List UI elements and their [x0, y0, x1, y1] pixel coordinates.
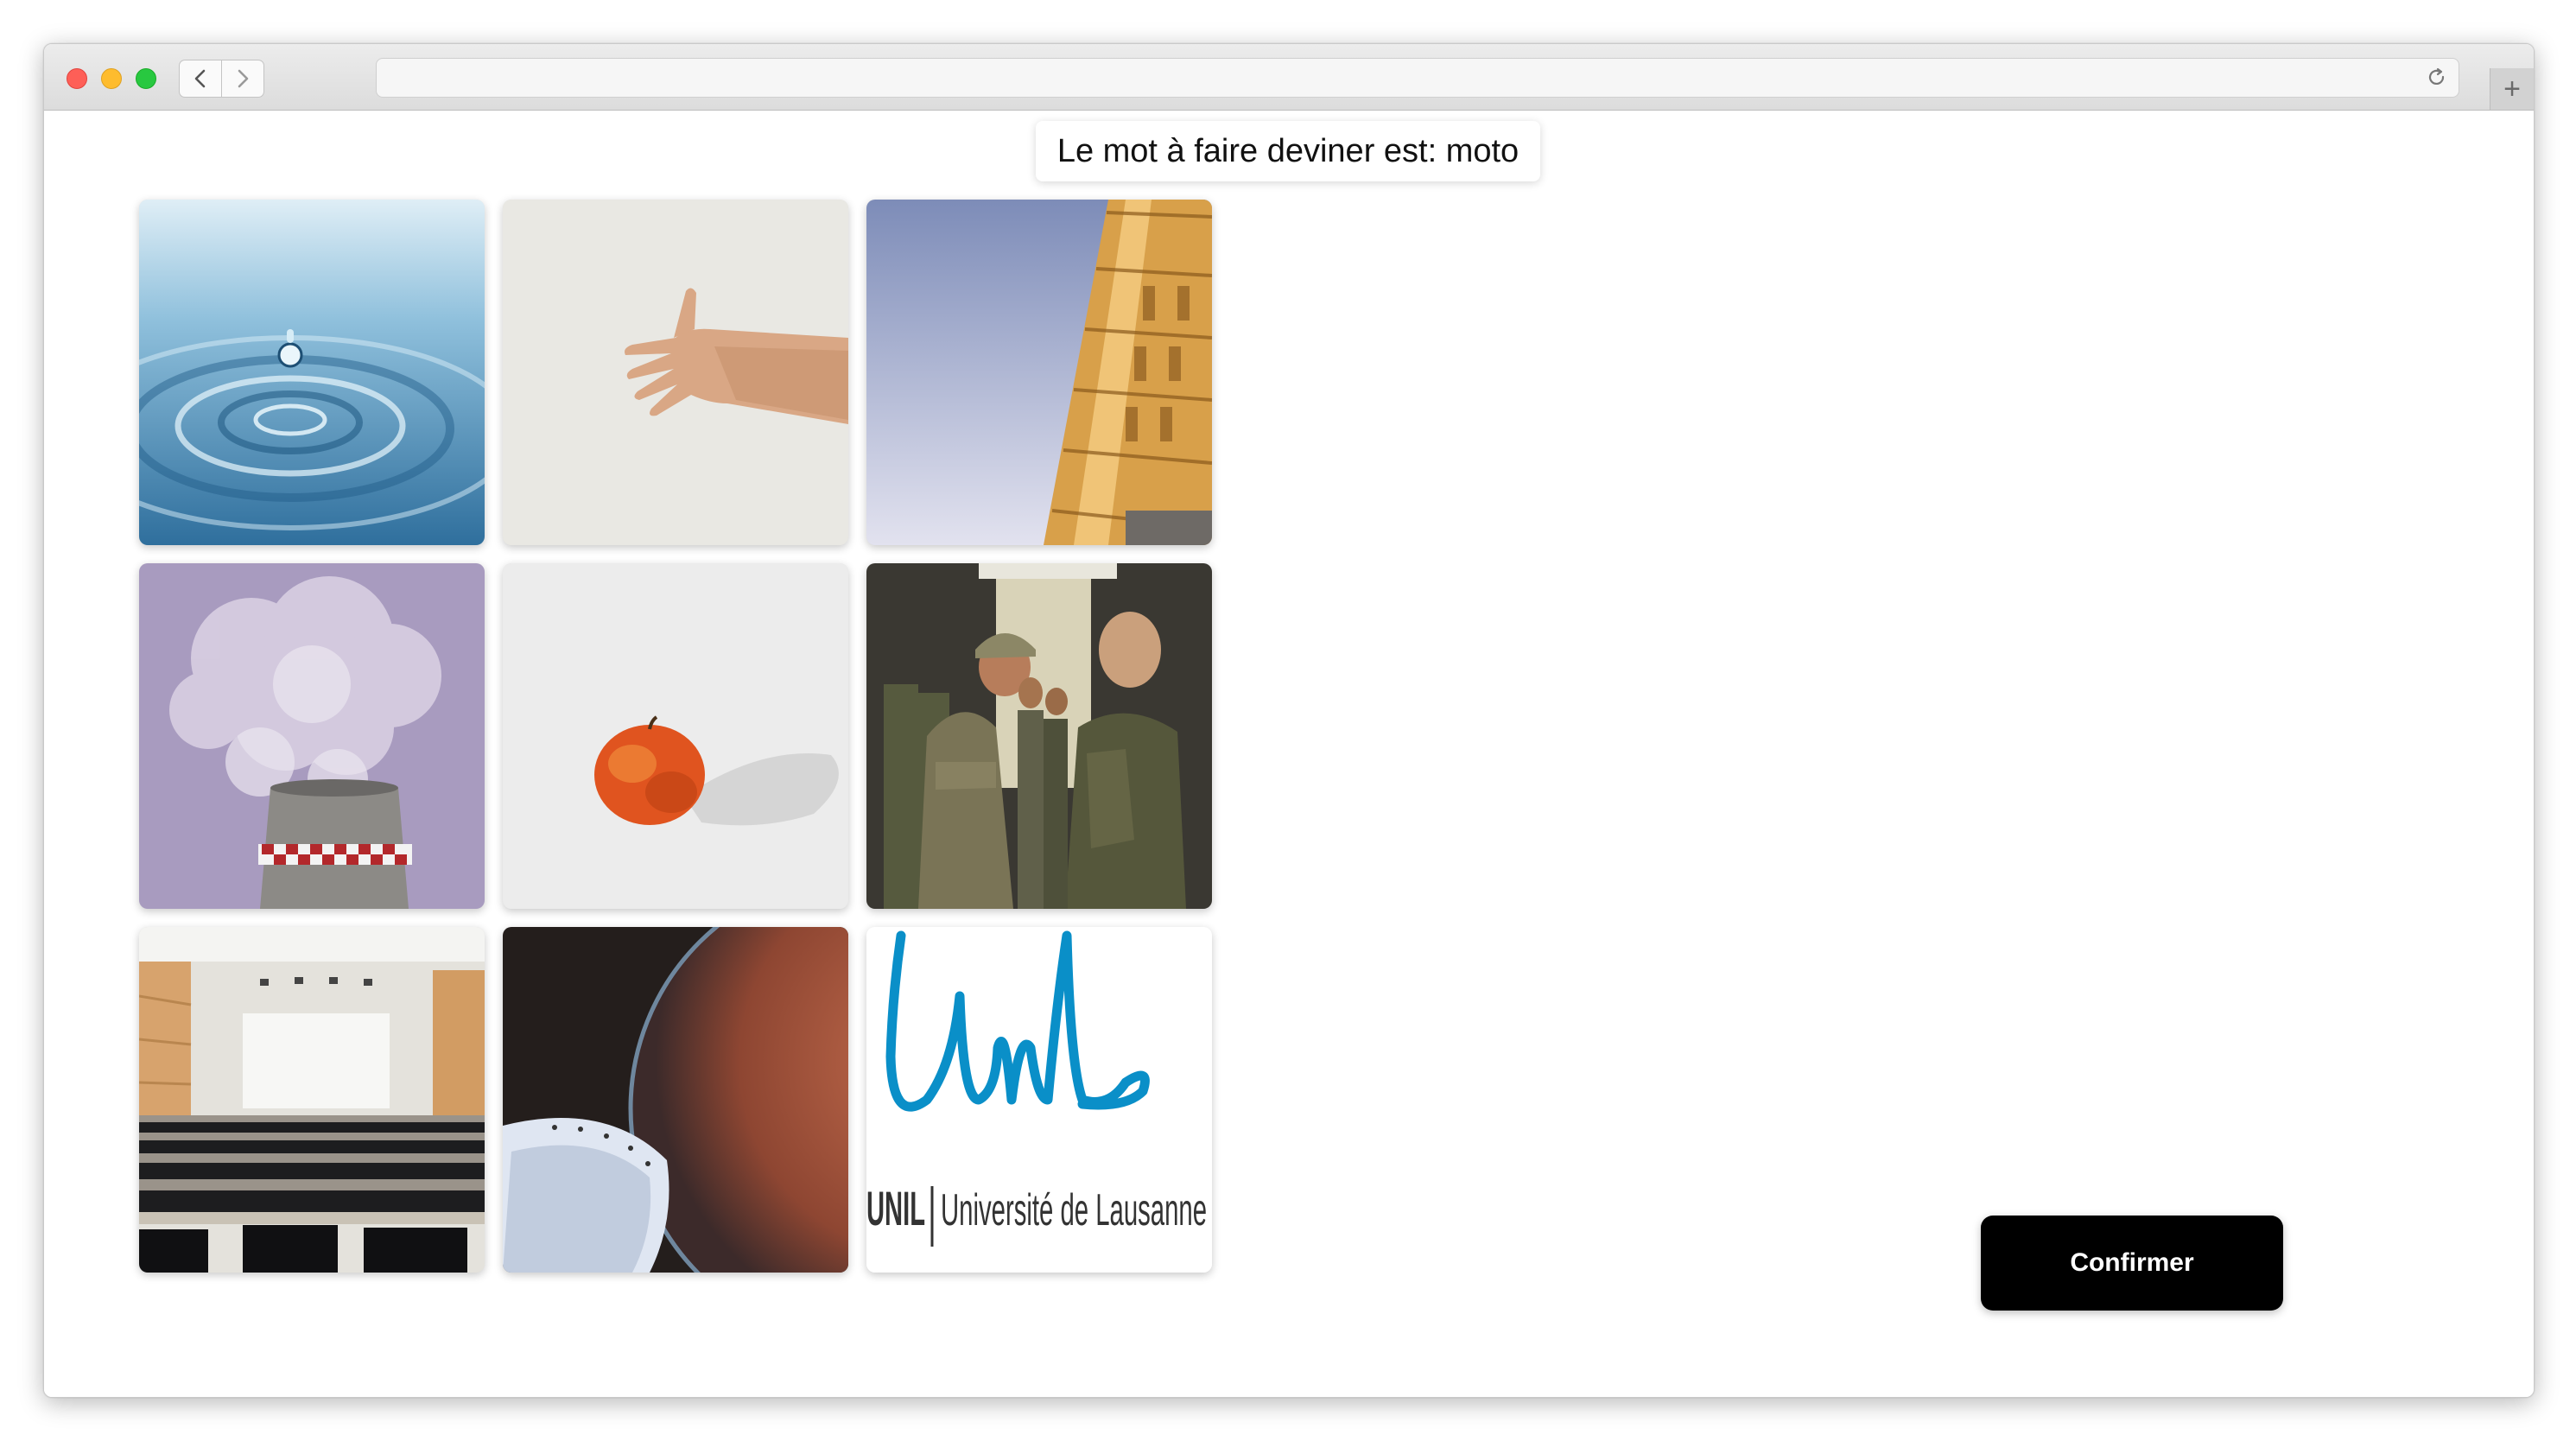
image-tile-smokestack[interactable] — [139, 563, 485, 909]
forward-button[interactable] — [221, 60, 264, 98]
image-tile-soldiers[interactable] — [866, 563, 1212, 909]
page-content: Le mot à faire deviner est: moto UNIL Un… — [44, 111, 2534, 1397]
apple-image — [503, 563, 848, 909]
image-grid: UNIL Université de Lausanne — [139, 200, 1212, 1273]
unil-subtitle: Université de Lausanne — [941, 1185, 1207, 1235]
water-drop-image — [139, 200, 485, 545]
image-tile-apple[interactable] — [503, 563, 848, 909]
unil-wordmark: UNIL — [866, 1181, 925, 1235]
back-button[interactable] — [179, 60, 222, 98]
target-word-prompt: Le mot à faire deviner est: moto — [1036, 121, 1540, 181]
browser-window: + Le mot à faire deviner est: moto UNIL … — [43, 43, 2535, 1398]
image-tile-planet[interactable] — [503, 927, 848, 1273]
cooling-tower-image — [139, 563, 485, 909]
conference-hall-image — [139, 927, 485, 1273]
chevron-left-icon — [194, 69, 206, 88]
image-tile-unil-logo[interactable]: UNIL Université de Lausanne — [866, 927, 1212, 1273]
image-tile-tower[interactable] — [866, 200, 1212, 545]
hand-image — [503, 200, 848, 545]
unil-logo-image: UNIL Université de Lausanne — [866, 927, 1212, 1273]
confirm-button[interactable]: Confirmer — [1981, 1216, 2283, 1311]
image-tile-conference-hall[interactable] — [139, 927, 485, 1273]
leaning-tower-image — [866, 200, 1212, 545]
browser-toolbar: + — [44, 44, 2534, 111]
image-tile-hand[interactable] — [503, 200, 848, 545]
image-tile-water-drop[interactable] — [139, 200, 485, 545]
zoom-window-button[interactable] — [136, 68, 156, 89]
soldiers-image — [866, 563, 1212, 909]
reload-icon[interactable] — [2426, 67, 2448, 89]
close-window-button[interactable] — [67, 68, 87, 89]
plus-icon: + — [2503, 73, 2521, 105]
new-tab-button[interactable]: + — [2490, 68, 2534, 110]
planet-image — [503, 927, 848, 1273]
minimize-window-button[interactable] — [101, 68, 122, 89]
address-bar[interactable] — [376, 58, 2459, 98]
chevron-right-icon — [238, 69, 249, 88]
